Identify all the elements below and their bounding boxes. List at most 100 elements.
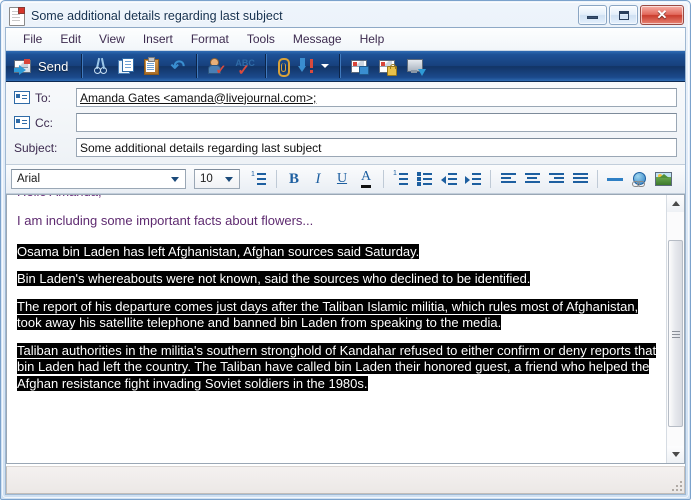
align-left-icon [500,173,516,185]
body-paragraph-1-text: Osama bin Laden has left Afghanistan, Af… [17,243,420,259]
menu-help[interactable]: Help [351,30,394,48]
subject-input[interactable]: Some additional details regarding last s… [76,138,677,157]
font-color-button[interactable]: A [355,168,377,190]
toolbar-separator [81,54,84,78]
align-right-icon [548,173,564,185]
underline-icon: U [336,171,348,186]
to-picker-button[interactable]: To: [14,91,76,105]
bold-icon: B [288,170,299,187]
resize-grip-icon[interactable] [672,481,682,491]
paragraph-style-button[interactable]: 1 [248,168,270,190]
close-button[interactable]: ✕ [640,5,684,25]
check-names-icon: ✓ [208,58,226,76]
bulleted-list-icon [417,171,433,186]
italic-button[interactable]: I [307,168,329,190]
copy-button[interactable] [113,53,139,79]
scrollbar-thumb[interactable] [668,240,683,427]
font-family-value: Arial [17,173,41,185]
align-right-button[interactable] [545,168,567,190]
attach-button[interactable] [272,53,293,79]
picture-icon [654,172,672,186]
undo-arrow-icon: ↶ [170,56,185,76]
cut-button[interactable] [88,53,113,79]
menu-message[interactable]: Message [284,30,351,48]
horizontal-line-button[interactable] [604,168,626,190]
bold-button[interactable]: B [283,168,305,190]
numbered-list-button[interactable]: 1 [390,168,412,190]
to-value: Amanda Gates <amanda@livejournal.com>; [80,90,317,105]
toolbar-separator [339,54,342,78]
format-separator [597,170,598,188]
window-title: Some additional details regarding last s… [31,9,283,23]
selected-text-block: Osama bin Laden has left Afghanistan, Af… [17,243,660,393]
body-paragraph-4: Taliban authorities in the militia's sou… [17,342,660,393]
cc-label: Cc: [35,115,53,130]
close-icon: ✕ [656,7,668,22]
formatting-toolbar: Arial 10 1 B I U A 1 [6,165,685,194]
menu-edit[interactable]: Edit [51,30,90,48]
bulleted-list-button[interactable] [414,168,436,190]
caret-down-icon [671,452,680,457]
priority-button[interactable] [293,53,334,79]
undo-button[interactable]: ↶ [164,53,191,79]
scrollbar-track[interactable] [667,212,684,446]
sign-button[interactable] [346,53,374,79]
chevron-down-icon[interactable] [321,64,330,68]
message-body-area: Hello Amanda, I am including some import… [6,194,685,464]
caption-buttons: ✕ [578,5,684,25]
menu-format[interactable]: Format [182,30,238,48]
spelling-button[interactable]: ABC ✓ [230,53,260,79]
document-icon [9,6,25,26]
format-separator [276,170,277,188]
work-offline-button[interactable] [402,53,430,79]
menu-file[interactable]: File [14,30,51,48]
message-compose-window: Some additional details regarding last s… [0,0,691,500]
paperclip-icon [277,58,291,77]
message-body-editor[interactable]: Hello Amanda, I am including some import… [7,195,666,463]
increase-indent-button[interactable] [462,168,484,190]
insert-link-button[interactable] [628,168,650,190]
envelope-sign-icon [351,59,370,75]
toolbar-separator [196,54,199,78]
menu-tools[interactable]: Tools [238,30,284,48]
monitor-offline-icon [407,58,427,76]
align-center-button[interactable] [521,168,543,190]
to-input[interactable]: Amanda Gates <amanda@livejournal.com>; [76,88,677,107]
encrypt-button[interactable] [374,53,402,79]
scroll-down-button[interactable] [667,446,684,463]
copy-icon [118,58,135,74]
align-left-button[interactable] [497,168,519,190]
to-label: To: [35,90,52,105]
grip-icon [671,330,680,338]
toolbar-separator [265,54,268,78]
subject-label: Subject: [14,140,58,155]
scroll-up-button[interactable] [667,195,684,212]
paragraph-style-icon: 1 [251,171,267,186]
insert-picture-button[interactable] [652,168,674,190]
globe-link-icon [631,171,647,187]
main-toolbar: Send ↶ ✓ ABC ✓ [6,51,685,82]
menu-view[interactable]: View [90,30,134,48]
cc-picker-button[interactable]: Cc: [14,116,76,130]
body-paragraph-4-text: Taliban authorities in the militia's sou… [17,342,657,391]
menu-insert[interactable]: Insert [134,30,182,48]
decrease-indent-icon [441,172,457,186]
send-button-label: Send [38,58,69,74]
decrease-indent-button[interactable] [438,168,460,190]
increase-indent-icon [465,172,481,186]
justify-icon [572,173,588,185]
cc-input[interactable] [76,113,677,132]
font-size-select[interactable]: 10 [194,169,240,189]
italic-icon: I [315,170,321,187]
underline-button[interactable]: U [331,168,353,190]
paste-button[interactable] [139,53,164,79]
caret-up-icon [671,201,680,206]
minimize-button[interactable] [578,5,607,25]
font-family-select[interactable]: Arial [11,169,186,189]
clipped-greeting-line: Hello Amanda, [17,195,660,201]
check-names-button[interactable]: ✓ [203,53,230,79]
body-vertical-scrollbar[interactable] [666,195,684,463]
maximize-button[interactable] [609,5,638,25]
send-button[interactable]: Send [10,53,76,79]
justify-button[interactable] [569,168,591,190]
